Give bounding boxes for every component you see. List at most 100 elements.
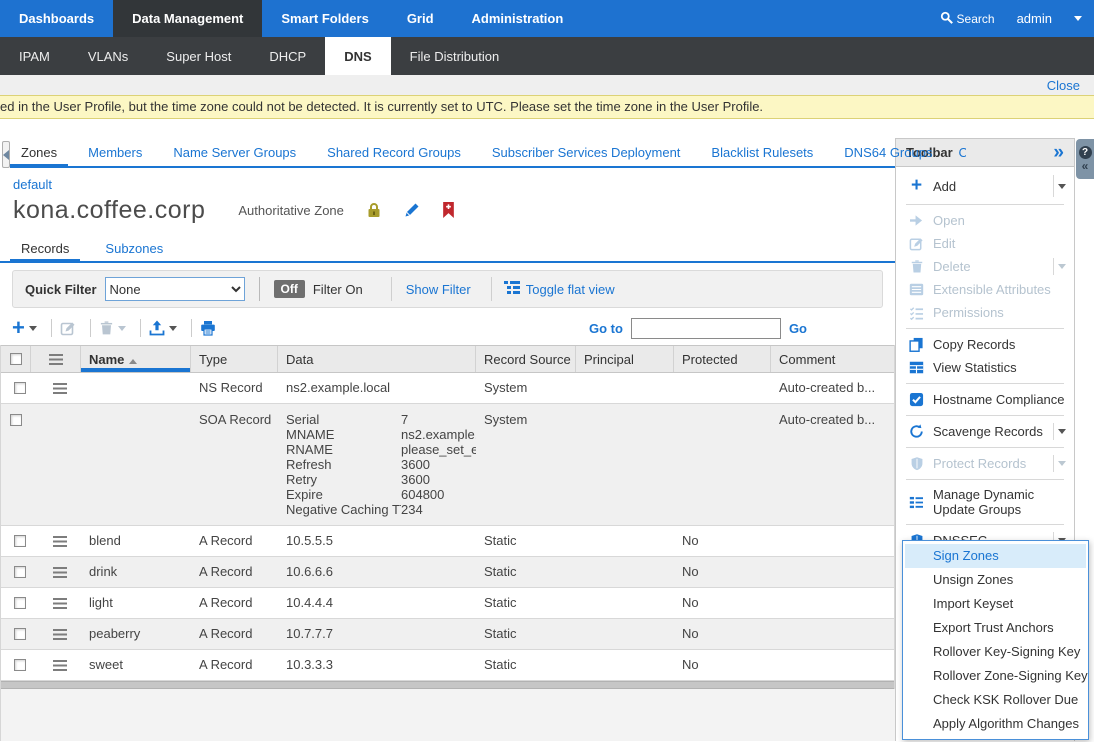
select-all-checkbox[interactable] [1,346,31,372]
toolbar-view-statistics-button[interactable]: View Statistics [896,356,1074,379]
subnav-ipam[interactable]: IPAM [0,37,69,75]
toolbar-hostname-compliance-button[interactable]: Hostname Compliance [896,388,1074,411]
search-button[interactable]: Search [940,11,995,27]
subtab-records[interactable]: Records [10,236,80,261]
toolbar-copy-records-button[interactable]: Copy Records [896,333,1074,356]
help-icon[interactable]: ? [1079,146,1092,159]
cell-comment [771,557,894,587]
cell-type: NS Record [191,373,278,403]
statistics-table-icon [908,361,925,374]
row-drag-handle[interactable] [31,588,81,618]
tab-scroll-left-button[interactable] [2,141,10,168]
tab-zones[interactable]: Zones [10,140,68,166]
row-drag-handle[interactable] [31,404,81,525]
toolbar-add-button[interactable]: + Add [896,172,1074,200]
subnav-dns[interactable]: DNS [325,37,390,75]
cell-type: A Record [191,588,278,618]
add-record-button[interactable]: + [12,318,37,338]
checkbox-check-icon [908,392,925,407]
filter-off-toggle[interactable]: Off [274,280,305,298]
divider [90,319,91,337]
subnav-vlans[interactable]: VLANs [69,37,147,75]
menu-item-export-trust-anchors[interactable]: Export Trust Anchors [905,616,1086,640]
tab-members[interactable]: Members [77,140,153,166]
menu-item-apply-algorithm-changes[interactable]: Apply Algorithm Changes [905,712,1086,736]
divider [906,415,1064,416]
row-drag-handle[interactable] [31,650,81,680]
menu-item-rollover-zone-signing-key[interactable]: Rollover Zone-Signing Key [905,664,1086,688]
nav-dashboards[interactable]: Dashboards [0,0,113,37]
column-header-protected[interactable]: Protected [674,346,771,372]
cell-protected [674,373,771,403]
goto-input[interactable] [631,318,781,339]
tab-dns64-groups[interactable]: DNS64 Groups [833,140,943,166]
tab-shared-record-groups[interactable]: Shared Record Groups [316,140,472,166]
menu-item-sign-zones[interactable]: Sign Zones [905,544,1086,568]
table-row: sweet A Record 10.3.3.3 Static No [1,650,894,681]
toolbar-protect-records-button: Protect Records [896,452,1074,475]
edit-icon [908,236,925,251]
tab-blacklist-rulesets[interactable]: Blacklist Rulesets [700,140,824,166]
go-button[interactable]: Go [789,321,807,336]
row-checkbox[interactable] [1,404,31,525]
nav-smart-folders[interactable]: Smart Folders [262,0,387,37]
nav-administration[interactable]: Administration [453,0,583,37]
bookmark-add-icon[interactable] [442,202,455,218]
row-drag-handle[interactable] [31,619,81,649]
column-header-name[interactable]: Name [81,346,191,372]
tab-clipped[interactable]: C [952,140,966,166]
export-button[interactable] [149,320,177,336]
subnav-super-host[interactable]: Super Host [147,37,250,75]
column-header-principal[interactable]: Principal [576,346,674,372]
row-checkbox[interactable] [1,373,31,403]
column-header-type[interactable]: Type [191,346,278,372]
column-header-comment[interactable]: Comment [771,346,894,372]
menu-item-import-keyset[interactable]: Import Keyset [905,592,1086,616]
column-header-data[interactable]: Data [278,346,476,372]
tab-name-server-groups[interactable]: Name Server Groups [162,140,307,166]
left-arrow-icon [3,150,9,160]
nav-data-management[interactable]: Data Management [113,0,262,37]
cell-type: A Record [191,526,278,556]
row-drag-handle[interactable] [31,557,81,587]
row-drag-handle[interactable] [31,373,81,403]
subnav-file-distribution[interactable]: File Distribution [391,37,519,75]
toolbar-scavenge-records-button[interactable]: Scavenge Records [896,420,1074,443]
toolbar-manage-dynamic-update-groups-button[interactable]: Manage Dynamic Update Groups [896,484,1074,520]
row-drag-handle[interactable] [31,526,81,556]
menu-item-unsign-zones[interactable]: Unsign Zones [905,568,1086,592]
row-checkbox[interactable] [1,619,31,649]
divider [51,319,52,337]
collapse-panel-icon[interactable]: « [1082,160,1089,172]
column-header-record-source[interactable]: Record Source [476,346,576,372]
add-caret-icon[interactable] [1053,175,1070,197]
cell-data-soa: Serial7 MNAMEns2.example.lo RNAMEplease_… [278,404,476,525]
edit-zone-pencil-icon[interactable] [404,202,420,218]
menu-item-rollover-key-signing-key[interactable]: Rollover Key-Signing Key [905,640,1086,664]
cell-record-source: Static [476,650,576,680]
row-checkbox[interactable] [1,650,31,680]
row-checkbox[interactable] [1,588,31,618]
show-filter-link[interactable]: Show Filter [406,282,471,297]
user-menu[interactable]: admin [1017,11,1052,26]
user-caret-icon[interactable] [1074,16,1082,21]
scavenge-caret-icon[interactable] [1053,423,1070,440]
toggle-flat-view-link[interactable]: Toggle flat view [526,282,615,297]
close-link[interactable]: Close [1047,78,1080,93]
subtab-subzones[interactable]: Subzones [94,236,174,261]
protect-shield-icon [908,456,925,471]
cell-name [81,373,191,403]
nav-grid[interactable]: Grid [388,0,453,37]
quick-filter-select[interactable]: None [105,277,245,301]
subnav-dhcp[interactable]: DHCP [250,37,325,75]
print-button[interactable] [200,320,216,336]
horizontal-scrollbar[interactable] [1,681,894,689]
toolbar-expand-icon[interactable]: » [1053,143,1064,163]
menu-item-check-ksk-rollover-due[interactable]: Check KSK Rollover Due [905,688,1086,712]
row-checkbox[interactable] [1,526,31,556]
timezone-warning-banner: ed in the User Profile, but the time zon… [0,95,1094,119]
cell-protected: No [674,557,771,587]
breadcrumb-default-link[interactable]: default [13,177,52,192]
tab-subscriber-services-deployment[interactable]: Subscriber Services Deployment [481,140,692,166]
row-checkbox[interactable] [1,557,31,587]
